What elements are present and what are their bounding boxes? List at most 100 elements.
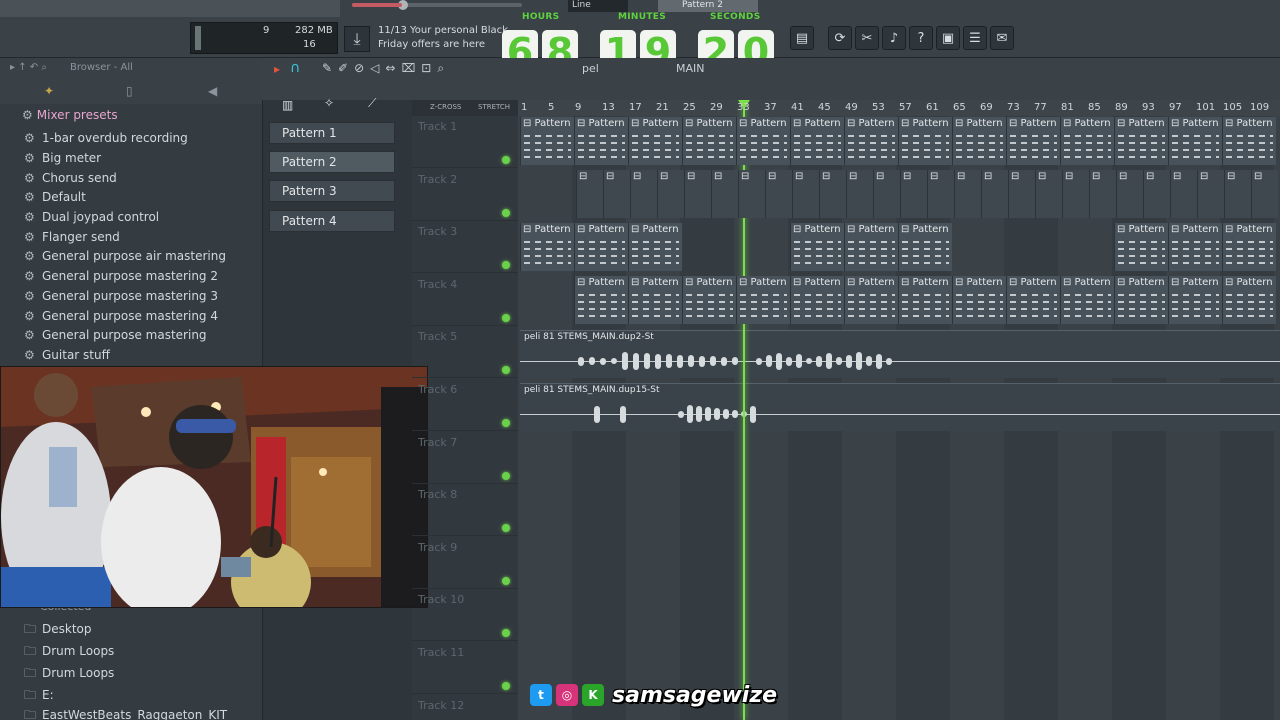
track-enable-led[interactable]	[502, 208, 510, 217]
pattern-clip[interactable]: ⊟	[1008, 170, 1035, 218]
help-icon[interactable]: ?	[909, 26, 933, 50]
pattern-clip[interactable]: ⊟ Pattern 4	[898, 276, 952, 324]
pattern-clip[interactable]: ⊟	[576, 170, 603, 218]
pattern-clip[interactable]: ⊟	[1143, 170, 1170, 218]
cut-icon[interactable]: ✂	[855, 26, 879, 50]
tool-icons[interactable]: ✎✐⊘◁⇔⌧⊡⌕	[322, 61, 450, 76]
pattern-clip[interactable]: ⊟ Pattern 1	[628, 117, 682, 165]
browser-folder[interactable]: 🗀 Drum Loops	[24, 664, 114, 685]
pattern-clip[interactable]: ⊟	[657, 170, 684, 218]
browser-folder[interactable]: 🗀 Desktop	[24, 620, 92, 641]
mixer-presets-heading[interactable]: ⚙ Mixer presets	[22, 108, 118, 122]
track-enable-led[interactable]	[502, 313, 510, 322]
track-header[interactable]: Track 9	[412, 537, 518, 589]
pattern-clip[interactable]: ⊟ Pattern 3	[1114, 223, 1168, 271]
pattern-clip[interactable]: ⊟ Pattern 1	[952, 117, 1006, 165]
preset-item[interactable]: ⚙ Chorus send	[24, 171, 117, 185]
pattern-clip[interactable]: ⊟	[1089, 170, 1116, 218]
audio-clip[interactable]: peli 81 STEMS_MAIN.dup15-St	[520, 383, 1280, 431]
pattern-clip[interactable]: ⊟	[1224, 170, 1251, 218]
pattern-clip[interactable]: ⊟ Pattern 1	[520, 117, 574, 165]
add-icon[interactable]: ✦	[44, 84, 54, 98]
file-icon[interactable]: ▯	[126, 84, 133, 98]
snap-selector[interactable]: Line	[568, 0, 628, 12]
track-enable-led[interactable]	[502, 366, 510, 375]
pattern-clip[interactable]: ⊟ Pattern 1	[574, 117, 628, 165]
plugin-icon[interactable]: ▤	[790, 26, 814, 50]
pattern-clip[interactable]: ⊟ Pattern 3	[574, 223, 628, 271]
pattern-clip[interactable]: ⊟	[927, 170, 954, 218]
pattern-item[interactable]: Pattern 1	[269, 122, 395, 144]
preset-item[interactable]: ⚙ Default	[24, 190, 86, 204]
pattern-clip[interactable]: ⊟	[1170, 170, 1197, 218]
speaker-icon[interactable]: ◀	[208, 84, 217, 98]
pattern-clip[interactable]: ⊟ Pattern 3	[898, 223, 952, 271]
pattern-clip[interactable]: ⊟ Pattern 4	[1222, 276, 1276, 324]
track-header[interactable]: Track 11	[412, 642, 518, 694]
track-enable-led[interactable]	[502, 524, 510, 533]
waveform-icon[interactable]: ✧	[324, 96, 334, 110]
pattern-clip[interactable]: ⊟	[711, 170, 738, 218]
track-enable-led[interactable]	[502, 629, 510, 638]
pattern-clip[interactable]: ⊟ Pattern 4	[790, 276, 844, 324]
pattern-clip[interactable]: ⊟ Pattern 1	[844, 117, 898, 165]
track-enable-led[interactable]	[502, 682, 510, 690]
track-header[interactable]: Track 8	[412, 484, 518, 537]
pattern-clip[interactable]: ⊟ Pattern 4	[844, 276, 898, 324]
pattern-clip[interactable]: ⊟ Pattern 3	[628, 223, 682, 271]
pattern-clip[interactable]: ⊟ Pattern 1	[1006, 117, 1060, 165]
track-enable-led[interactable]	[502, 156, 510, 164]
browser-nav-icons[interactable]: ▸ ↑ ↶ ⌕	[10, 62, 47, 73]
pattern-clip[interactable]: ⊟	[873, 170, 900, 218]
pattern-clip[interactable]: ⊟ Pattern 1	[1222, 117, 1276, 165]
pattern-clip[interactable]: ⊟	[1116, 170, 1143, 218]
chat-icon[interactable]: ✉	[990, 26, 1014, 50]
pattern-clip[interactable]: ⊟ Pattern 4	[682, 276, 736, 324]
pattern-clip[interactable]: ⊟ Pattern 1	[1114, 117, 1168, 165]
pattern-item[interactable]: Pattern 3	[269, 180, 395, 202]
preset-item[interactable]: ⚙ General purpose mastering 3	[24, 289, 218, 303]
pattern-clip[interactable]: ⊟ Pattern 1	[736, 117, 790, 165]
preset-item[interactable]: ⚙ Big meter	[24, 151, 101, 165]
pattern-clip[interactable]: ⊟ Pattern 4	[736, 276, 790, 324]
pattern-clip[interactable]: ⊟	[846, 170, 873, 218]
preset-item[interactable]: ⚙ General purpose mastering 4	[24, 309, 218, 323]
pattern-clip[interactable]: ⊟ Pattern 1	[898, 117, 952, 165]
preset-item[interactable]: ⚙ General purpose mastering	[24, 328, 207, 342]
preset-item[interactable]: ⚙ Dual joypad control	[24, 210, 159, 224]
audio-clip[interactable]: peli 81 STEMS_MAIN.dup2-St	[520, 330, 1280, 378]
browser-folder[interactable]: 🗀 EastWestBeats_Raggaeton_KIT	[24, 706, 227, 720]
track-header[interactable]: Track 3	[412, 221, 518, 274]
pattern-clip[interactable]: ⊟ Pattern 1	[1168, 117, 1222, 165]
track-header[interactable]: Track 4	[412, 274, 518, 326]
pattern-clip[interactable]: ⊟ Pattern 1	[682, 117, 736, 165]
preset-item[interactable]: ⚙ Flanger send	[24, 230, 120, 244]
browser-folder[interactable]: 🗀 E:	[24, 686, 54, 707]
track-header[interactable]: Track 5	[412, 326, 518, 379]
refresh-icon[interactable]: ⟳	[828, 26, 852, 50]
mic-icon[interactable]: ♪	[882, 26, 906, 50]
preset-item[interactable]: ⚙ Guitar stuff	[24, 348, 110, 362]
track-header[interactable]: Track 10	[412, 589, 518, 642]
piano-icon[interactable]: ▥	[282, 98, 293, 112]
track-enable-led[interactable]	[502, 261, 510, 270]
pattern-clip[interactable]: ⊟	[684, 170, 711, 218]
pattern-clip[interactable]: ⊟	[792, 170, 819, 218]
save-icon[interactable]: ▣	[936, 26, 960, 50]
pattern-clip[interactable]: ⊟ Pattern 4	[1060, 276, 1114, 324]
track-header[interactable]: Track 2	[412, 169, 518, 221]
pattern-clip[interactable]: ⊟ Pattern 4	[1006, 276, 1060, 324]
preset-item[interactable]: ⚙ 1-bar overdub recording	[24, 131, 188, 145]
pattern-clip[interactable]: ⊟	[819, 170, 846, 218]
pattern-clip[interactable]: ⊟	[1062, 170, 1089, 218]
master-volume-slider[interactable]	[352, 0, 522, 10]
pattern-clip[interactable]: ⊟	[738, 170, 765, 218]
pattern-clip[interactable]: ⊟	[900, 170, 927, 218]
pattern-clip[interactable]: ⊟ Pattern 4	[1114, 276, 1168, 324]
preset-item[interactable]: ⚙ General purpose mastering 2	[24, 269, 218, 283]
track-header[interactable]: Track 12	[412, 695, 518, 720]
pattern-clip[interactable]: ⊟	[603, 170, 630, 218]
pattern-clip[interactable]: ⊟	[765, 170, 792, 218]
magnet-icon[interactable]: ∩	[290, 60, 300, 76]
browser-folder[interactable]: 🗀 Drum Loops	[24, 642, 114, 663]
